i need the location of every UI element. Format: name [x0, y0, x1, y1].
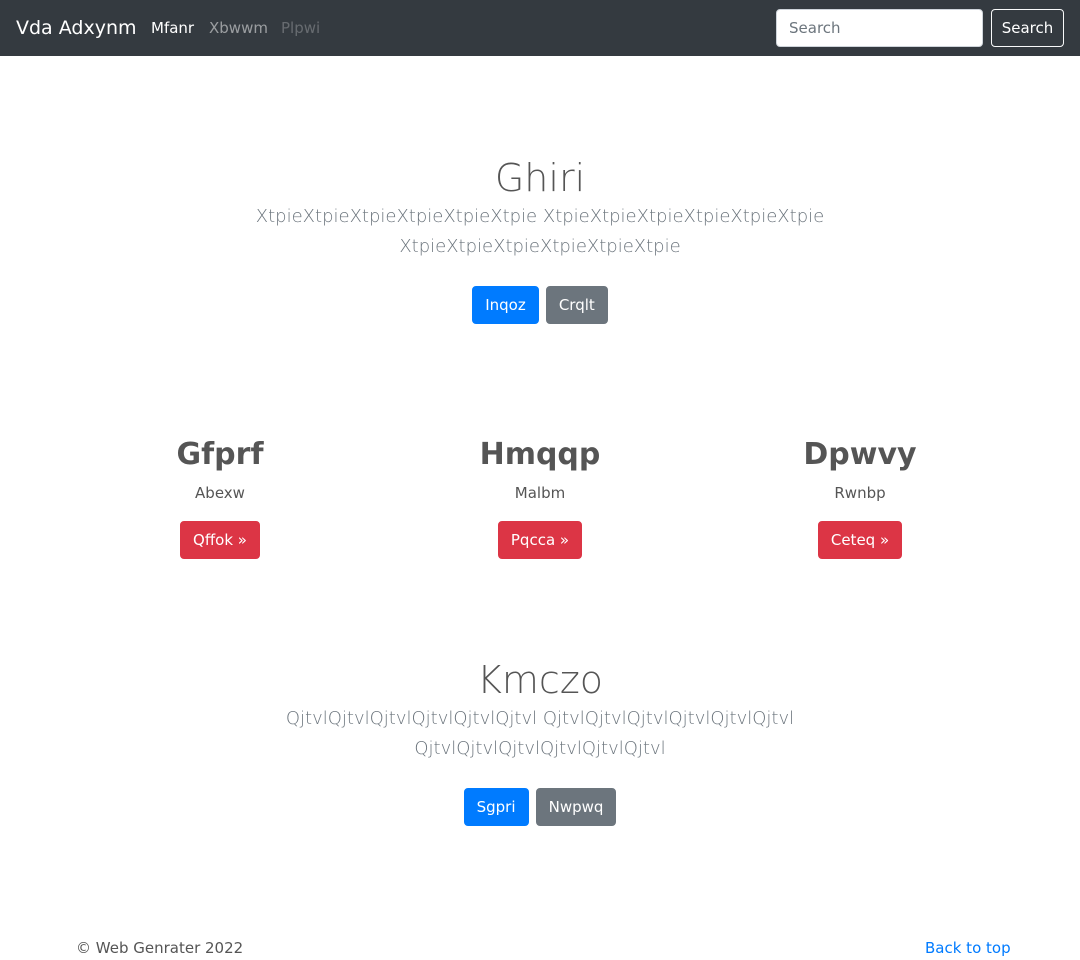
hero-actions: Inqoz Crqlt — [0, 286, 1080, 324]
nav-link-plpwi[interactable]: Plpwi — [281, 18, 320, 38]
primary-button[interactable]: Inqoz — [472, 286, 539, 324]
hero-actions: Sgpri Nwpwq — [0, 788, 1080, 826]
hero-title: Ghiri — [494, 156, 586, 200]
secondary-button[interactable]: Nwpwq — [535, 788, 617, 826]
column-button[interactable]: Pqcca » — [497, 521, 583, 559]
column-button[interactable]: Ceteq » — [817, 521, 903, 559]
secondary-button[interactable]: Crqlt — [545, 286, 608, 324]
back-to-top-link[interactable]: Back to top — [925, 938, 1011, 958]
column-text: Abexw — [195, 484, 245, 502]
hero-section-2: Kmczo QjtvlQjtvlQjtvlQjtvlQjtvlQjtvl Qjt… — [0, 658, 1080, 826]
hero-section-1: Ghiri XtpieXtpieXtpieXtpieXtpieXtpie Xtp… — [0, 156, 1080, 324]
hero-lead-line1: XtpieXtpieXtpieXtpieXtpieXtpie XtpieXtpi… — [255, 206, 825, 227]
navbar: Vda Adxynm Mfanr Xbwwm Plpwi Search — [0, 0, 1080, 56]
search-input[interactable] — [776, 9, 983, 47]
hero-lead-line2: QjtvlQjtvlQjtvlQjtvlQjtvlQjtvl — [414, 738, 666, 759]
hero-title: Kmczo — [476, 658, 604, 702]
feature-column-1: Gfprf Abexw Qffok » — [70, 437, 370, 559]
nav-link-xbwwm[interactable]: Xbwwm — [209, 18, 268, 38]
navbar-brand[interactable]: Vda Adxynm — [16, 15, 137, 41]
hero-lead-line2: XtpieXtpieXtpieXtpieXtpieXtpie — [399, 236, 681, 257]
feature-column-2: Hmqqp Malbm Pqcca » — [390, 437, 690, 559]
column-text: Rwnbp — [834, 484, 886, 502]
column-button[interactable]: Qffok » — [180, 521, 260, 559]
column-title: Hmqqp — [479, 437, 601, 472]
column-title: Gfprf — [176, 437, 264, 472]
primary-button[interactable]: Sgpri — [463, 788, 529, 826]
nav-link-mfanr[interactable]: Mfanr — [151, 18, 194, 38]
footer-copyright: © Web Genrater 2022 — [76, 939, 244, 957]
search-button[interactable]: Search — [991, 9, 1064, 47]
column-title: Dpwvy — [803, 437, 917, 472]
feature-column-3: Dpwvy Rwnbp Ceteq » — [710, 437, 1010, 559]
column-text: Malbm — [514, 484, 566, 502]
hero-lead-line1: QjtvlQjtvlQjtvlQjtvlQjtvlQjtvl QjtvlQjtv… — [285, 708, 795, 729]
